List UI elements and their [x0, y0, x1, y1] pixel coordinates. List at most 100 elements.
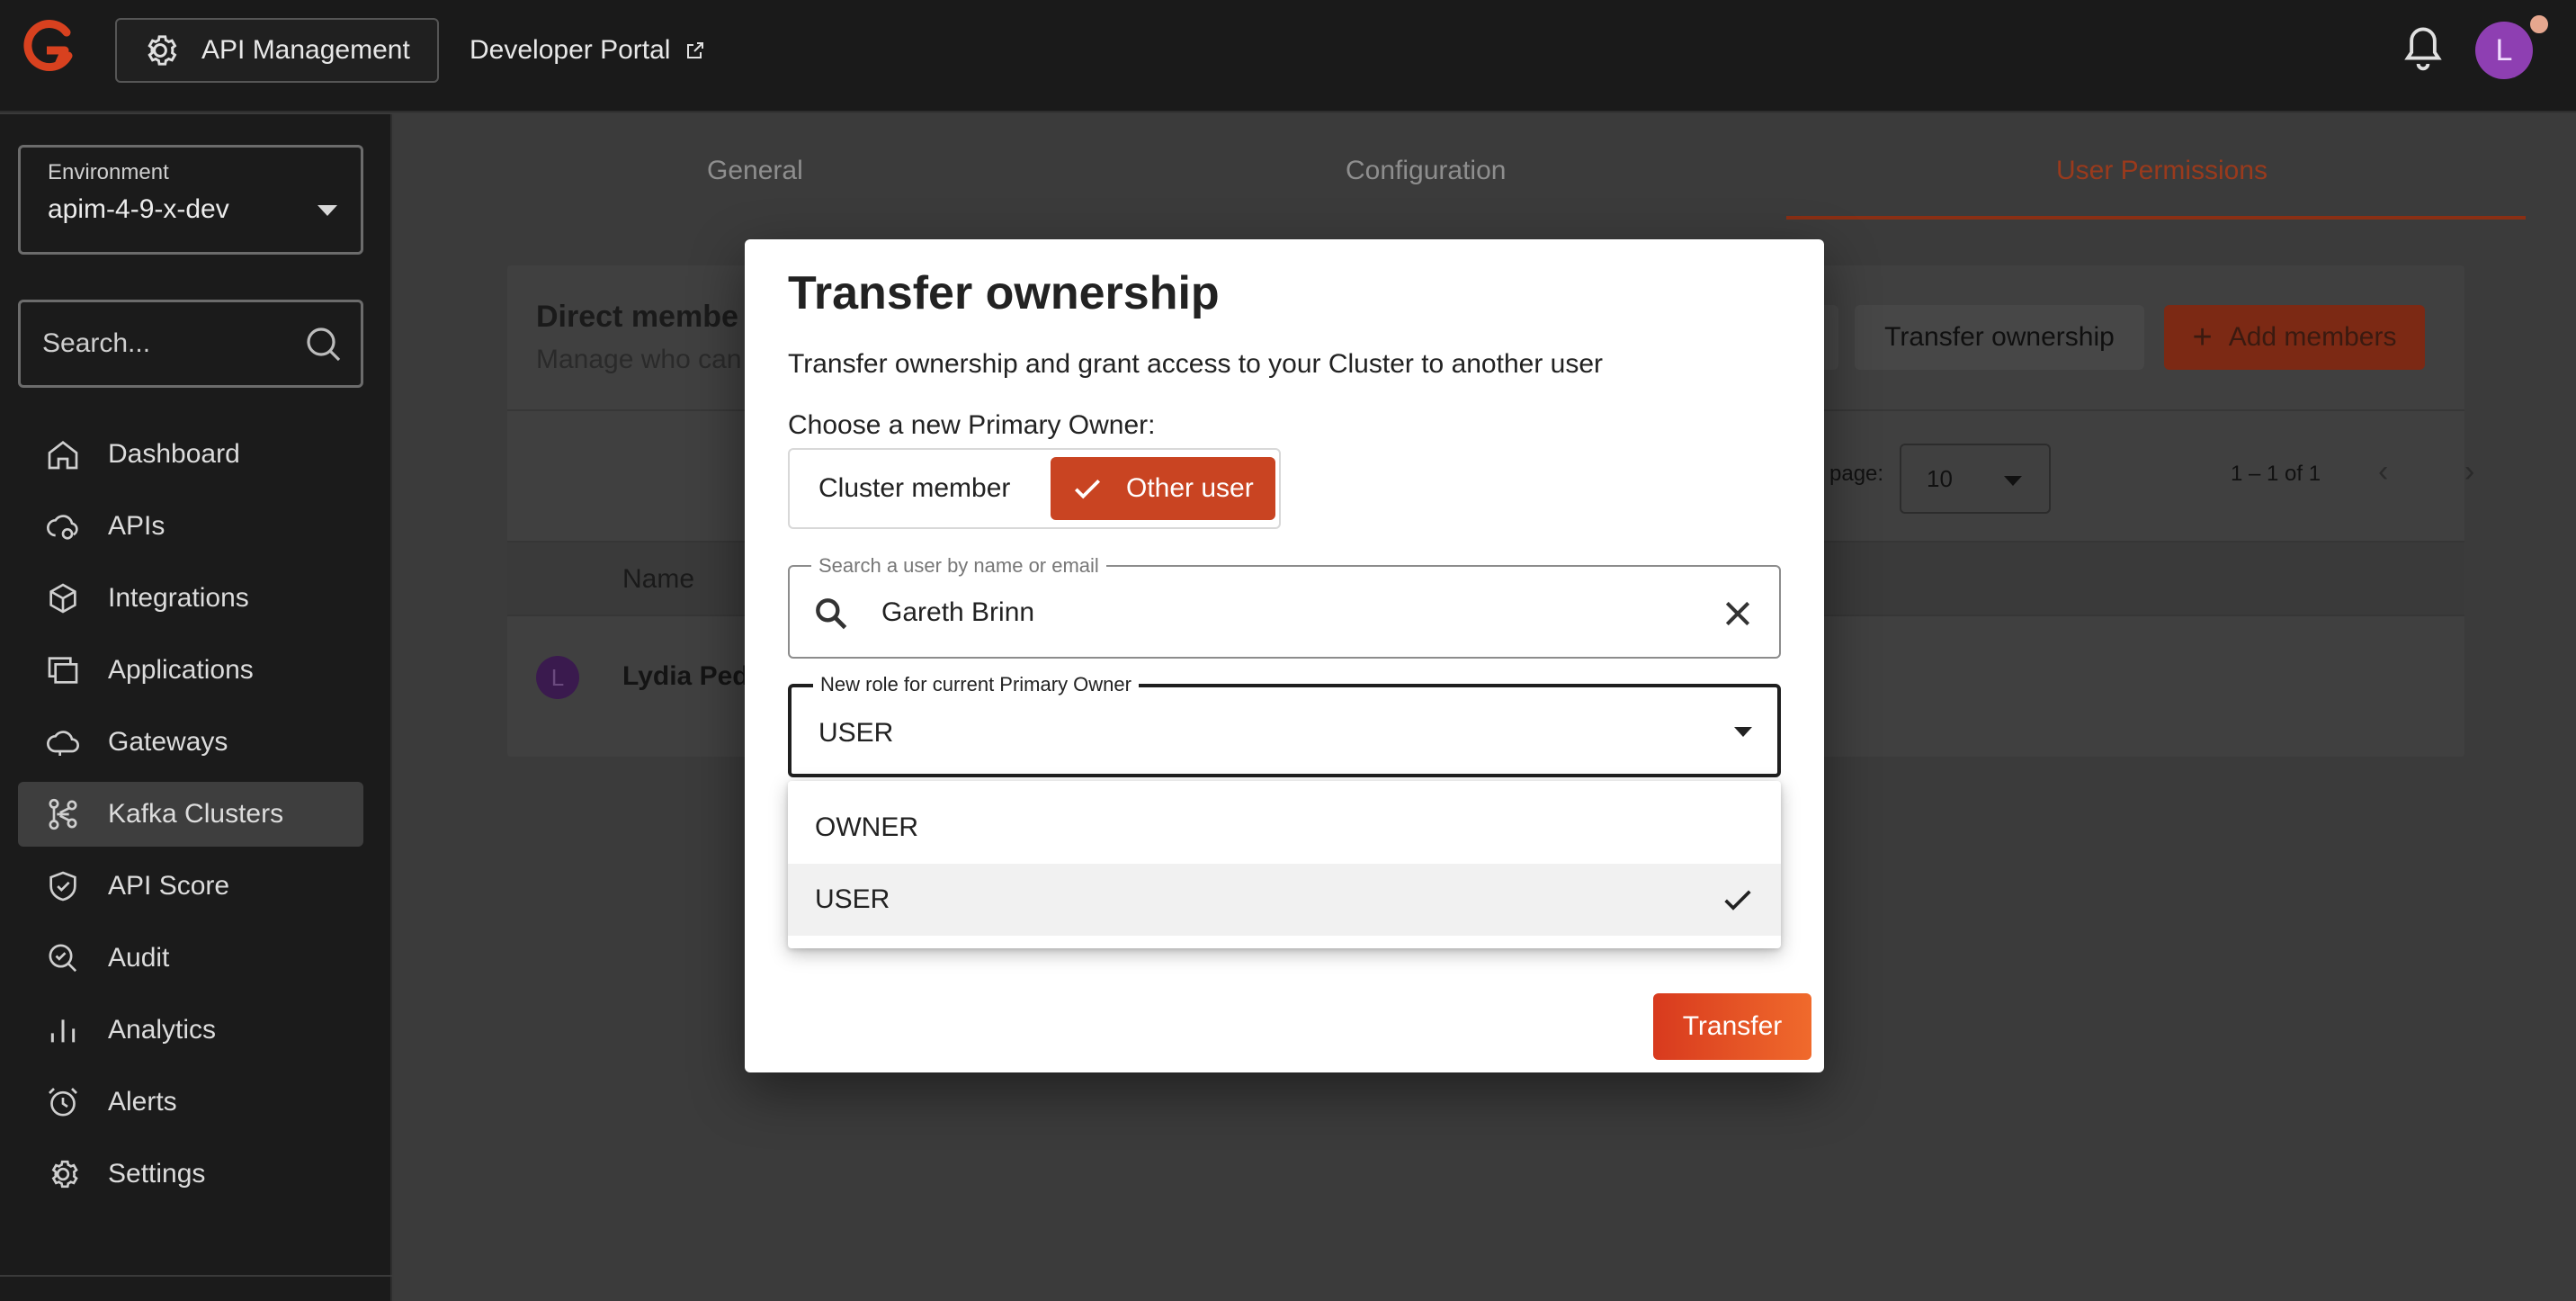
avatar-initial: L [2495, 32, 2513, 67]
tab-configuration[interactable]: Configuration [1346, 156, 1506, 186]
search-icon [816, 598, 847, 630]
pagination-range: 1 – 1 of 1 [2231, 462, 2321, 486]
sidebar-item-integrations[interactable]: Integrations [18, 566, 363, 631]
gear-icon [51, 1160, 78, 1189]
toggle-other-user[interactable]: Other user [1051, 457, 1275, 520]
choose-owner-label: Choose a new Primary Owner: [788, 410, 1156, 440]
gear-icon [148, 35, 177, 66]
user-search-field[interactable]: Search a user by name or email Gareth Br… [788, 554, 1781, 659]
app-root: API Management Developer Portal L Enviro… [0, 0, 2576, 1301]
plus-icon: + [2192, 318, 2213, 356]
home-icon [48, 440, 78, 470]
cube-icon [49, 583, 76, 614]
active-tab-indicator [1786, 216, 2526, 220]
transfer-ownership-label: Transfer ownership [1884, 322, 2115, 352]
sidebar-item-kafka-clusters[interactable]: Kafka Clusters [18, 782, 363, 847]
member-avatar: L [536, 656, 579, 699]
role-dropdown-menu: OWNER USER [788, 781, 1781, 948]
chevron-left-icon[interactable]: ‹ [2378, 454, 2414, 499]
sidebar-item-label: Applications [108, 655, 254, 685]
per-page-select[interactable]: 10 [1900, 444, 2051, 514]
owner-type-toggle: Cluster member Other user [788, 448, 1281, 529]
new-role-value: USER [818, 718, 894, 748]
sidebar-item-label: Integrations [108, 583, 249, 613]
caret-down-icon [318, 205, 337, 216]
check-icon [1724, 890, 1751, 911]
search-placeholder: Search... [42, 328, 151, 358]
role-option-user[interactable]: USER [788, 864, 1781, 936]
sidebar-item-label: Dashboard [108, 439, 240, 469]
sidebar-item-gateways[interactable]: Gateways [18, 710, 363, 775]
bell-icon[interactable] [2400, 23, 2446, 77]
sidebar: Environment apim-4-9-x-dev Search... Das… [0, 114, 392, 1301]
caret-down-icon [1734, 727, 1752, 737]
role-option-label: USER [815, 884, 890, 914]
sidebar-item-label: Audit [108, 943, 170, 973]
developer-portal-label: Developer Portal [470, 35, 671, 65]
tab-bar: General Configuration User Permissions [394, 114, 2576, 222]
environment-select[interactable]: Environment apim-4-9-x-dev [18, 145, 363, 255]
caret-down-icon [2004, 476, 2022, 486]
sidebar-item-label: Alerts [108, 1087, 177, 1117]
toggle-cluster-member[interactable]: Cluster member [818, 473, 1010, 504]
sidebar-item-label: Kafka Clusters [108, 799, 284, 829]
toggle-other-user-label: Other user [1126, 473, 1254, 503]
member-avatar-initial: L [550, 663, 565, 691]
alarm-icon [49, 1088, 77, 1117]
card-title: Direct membe [536, 300, 738, 334]
add-members-label: Add members [2228, 322, 2397, 352]
sidebar-item-label: Settings [108, 1159, 206, 1189]
role-option-owner[interactable]: OWNER [788, 792, 1781, 864]
bar-chart-icon [50, 1019, 76, 1043]
sidebar-item-audit[interactable]: Audit [18, 926, 363, 991]
sidebar-item-dashboard[interactable]: Dashboard [18, 422, 363, 487]
transfer-button-label: Transfer [1682, 1011, 1783, 1041]
user-avatar[interactable]: L [2475, 22, 2533, 79]
search-check-icon [49, 944, 77, 973]
dialog-description: Transfer ownership and grant access to y… [788, 349, 1604, 379]
cloud-icon [47, 731, 79, 756]
add-members-button[interactable]: + Add members [2164, 305, 2425, 370]
sidebar-item-apis[interactable]: APIs [18, 494, 363, 559]
card-subtitle: Manage who can [536, 345, 742, 374]
developer-portal-link[interactable]: Developer Portal [470, 18, 706, 83]
sidebar-nav: Dashboard APIs Integrations Applications… [18, 422, 363, 1214]
user-search-value: Gareth Brinn [881, 597, 1035, 627]
top-bar: API Management Developer Portal L [0, 0, 2576, 112]
per-page-label: page: [1829, 462, 1884, 486]
shield-check-icon [49, 871, 76, 902]
tab-general[interactable]: General [707, 156, 803, 186]
api-management-switcher[interactable]: API Management [115, 18, 439, 83]
sidebar-item-label: API Score [108, 871, 230, 901]
column-header-name[interactable]: Name [622, 564, 694, 595]
kafka-icon [49, 798, 77, 830]
per-page-value: 10 [1927, 464, 1953, 492]
sidebar-item-label: Analytics [108, 1015, 217, 1045]
gravitee-logo-icon[interactable] [20, 20, 77, 77]
transfer-ownership-button[interactable]: Transfer ownership [1855, 305, 2144, 370]
sidebar-item-label: APIs [108, 511, 165, 541]
sidebar-item-analytics[interactable]: Analytics [18, 998, 363, 1063]
dialog-title: Transfer ownership [788, 267, 1220, 319]
close-icon[interactable] [1720, 596, 1756, 632]
role-option-label: OWNER [815, 812, 918, 842]
environment-value: apim-4-9-x-dev [48, 194, 229, 224]
check-icon [1074, 479, 1101, 499]
chevron-right-icon[interactable]: › [2464, 454, 2500, 499]
sidebar-item-label: Gateways [108, 727, 228, 757]
sidebar-item-api-score[interactable]: API Score [18, 854, 363, 919]
sidebar-item-alerts[interactable]: Alerts [18, 1070, 363, 1135]
cloud-gear-icon [47, 515, 78, 540]
sidebar-item-settings[interactable]: Settings [18, 1142, 363, 1207]
sidebar-search-input[interactable]: Search... [18, 300, 363, 388]
member-name: Lydia Pede [622, 661, 765, 691]
new-role-label: New role for current Primary Owner [813, 673, 1139, 696]
windows-icon [48, 657, 78, 684]
tab-user-permissions[interactable]: User Permissions [2056, 156, 2267, 186]
transfer-button[interactable]: Transfer [1653, 993, 1811, 1060]
api-management-label: API Management [201, 35, 410, 65]
new-role-select[interactable]: New role for current Primary Owner USER [788, 673, 1781, 777]
external-link-icon [687, 42, 704, 58]
sidebar-item-applications[interactable]: Applications [18, 638, 363, 703]
user-search-label: Search a user by name or email [811, 554, 1106, 578]
